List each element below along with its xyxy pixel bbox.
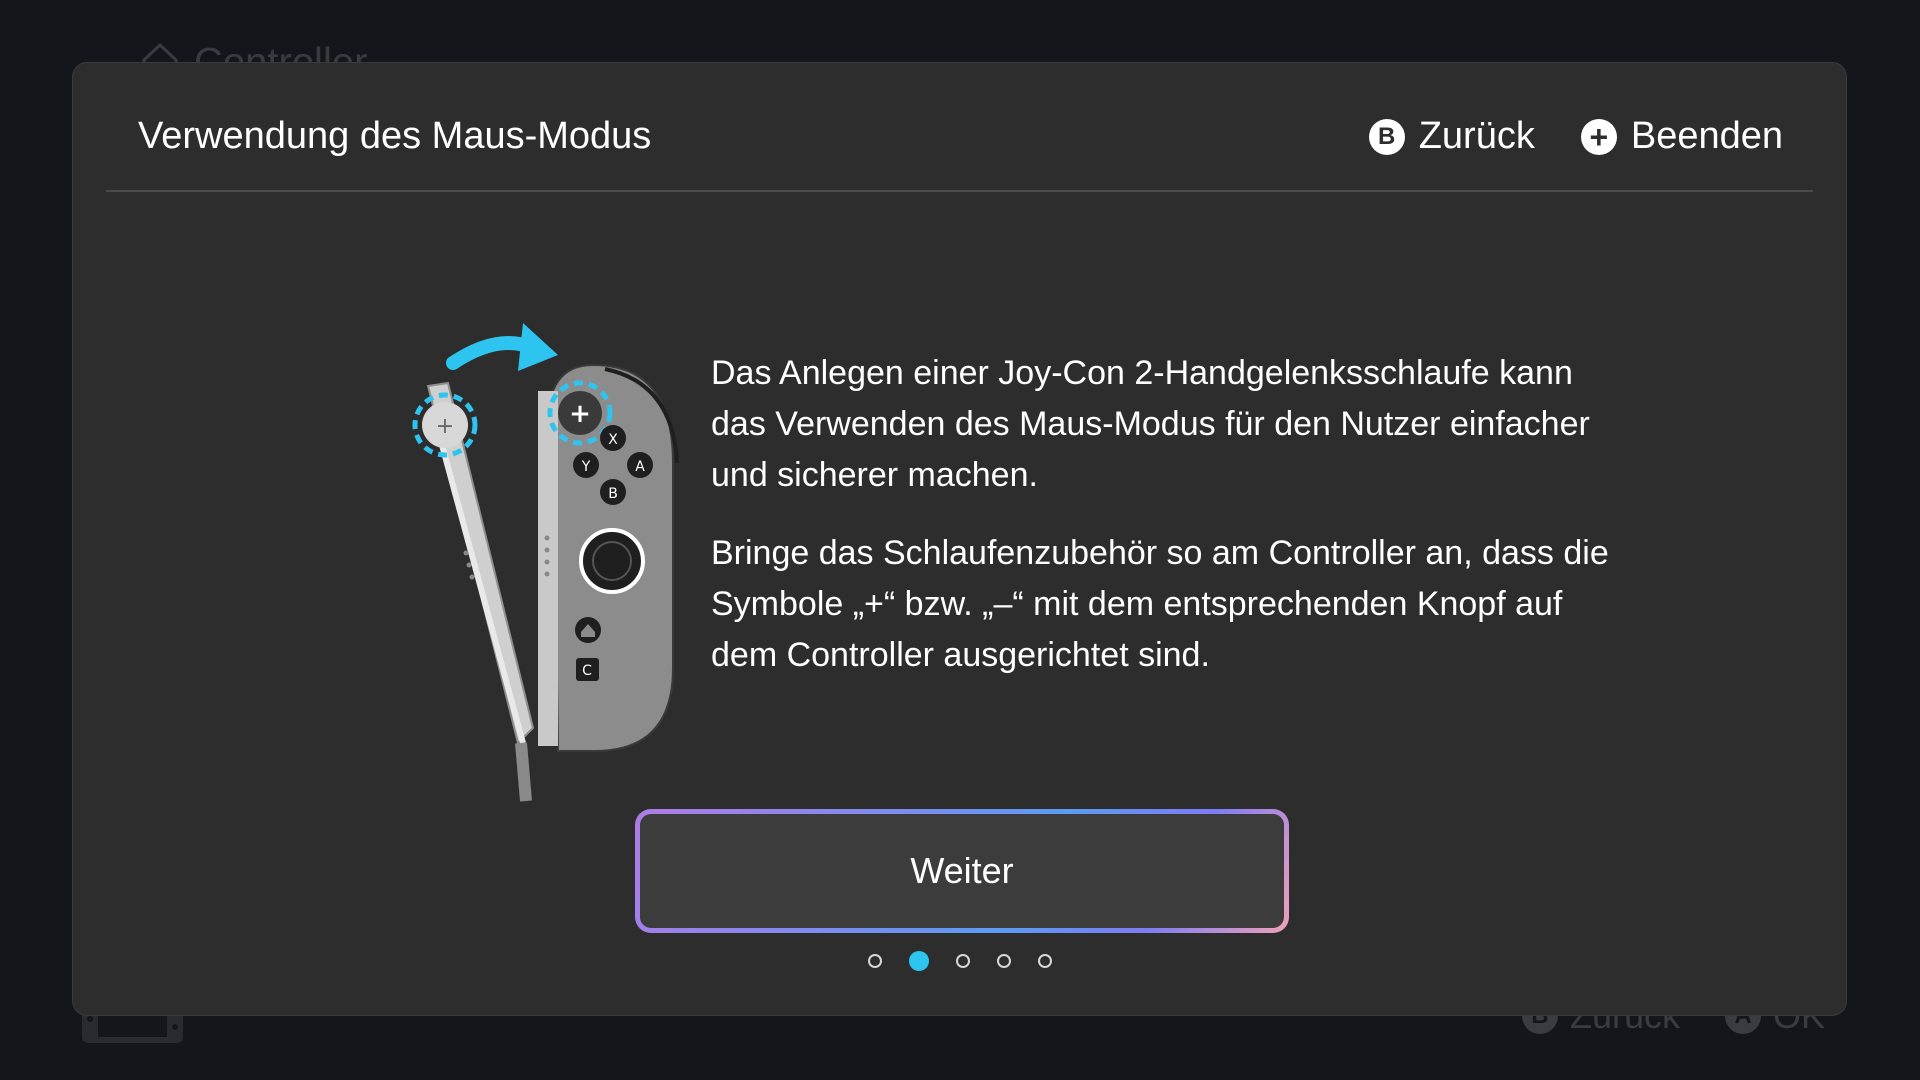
- dialog-title: Verwendung des Maus-Modus: [138, 115, 652, 157]
- svg-text:A: A: [635, 459, 645, 475]
- next-button-label: Weiter: [640, 814, 1284, 928]
- svg-text:Y: Y: [581, 459, 591, 475]
- svg-text:X: X: [608, 432, 618, 448]
- page-indicator: [73, 951, 1846, 971]
- page-dot: [996, 954, 1011, 968]
- page-dot-active: [908, 951, 929, 971]
- joycon-strap-illustration: + + X Y A B C: [333, 273, 693, 818]
- header-actions: B Zurück + Beenden: [1368, 115, 1783, 158]
- header-divider: [106, 190, 1813, 192]
- next-button[interactable]: Weiter: [635, 809, 1289, 933]
- exit-button[interactable]: + Beenden: [1580, 115, 1783, 158]
- back-label: Zurück: [1418, 115, 1535, 157]
- mouse-mode-dialog: Verwendung des Maus-Modus B Zurück + Bee…: [73, 63, 1846, 1015]
- svg-text:+: +: [436, 414, 454, 439]
- page-dot: [955, 954, 970, 968]
- dialog-header: Verwendung des Maus-Modus B Zurück + Bee…: [73, 63, 1846, 191]
- b-button-icon: B: [1368, 118, 1405, 155]
- page-dot: [1037, 954, 1052, 968]
- svg-text:+: +: [569, 399, 591, 429]
- svg-text:B: B: [608, 486, 618, 502]
- instruction-paragraph-2: Bringe das Schlaufenzubehör so am Contro…: [711, 534, 1609, 674]
- instruction-paragraph-1: Das Anlegen einer Joy-Con 2-Handgelenkss…: [711, 354, 1590, 494]
- joycon-controller: + X Y A B C: [538, 363, 679, 752]
- strap-accessory: +: [412, 381, 535, 802]
- page-dot: [867, 954, 882, 968]
- exit-label: Beenden: [1630, 115, 1783, 157]
- plus-button-icon: +: [1580, 118, 1617, 155]
- svg-text:C: C: [582, 663, 592, 679]
- instruction-text: Das Anlegen einer Joy-Con 2-Handgelenkss…: [711, 348, 1611, 708]
- back-button[interactable]: B Zurück: [1368, 115, 1535, 158]
